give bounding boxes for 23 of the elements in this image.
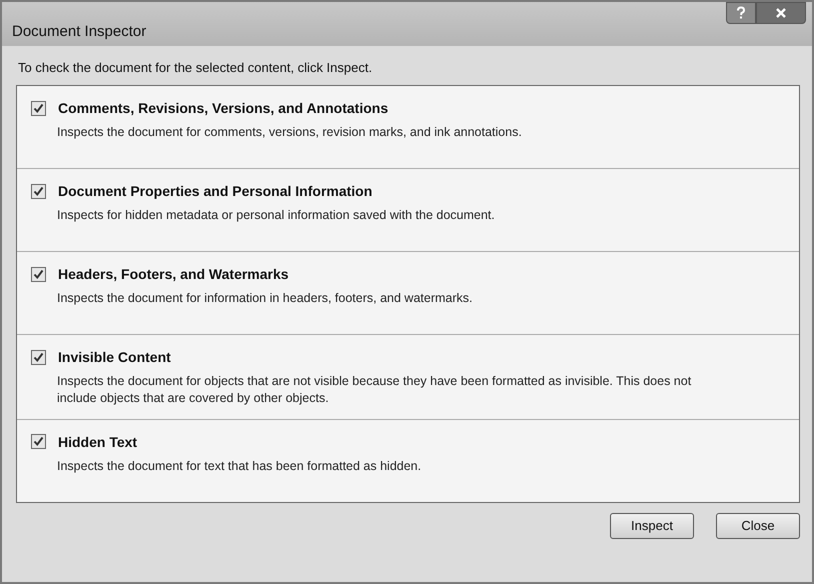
option-description: Inspects the document for objects that are not visible because they have been formatted as invisible. This does not include objects that are covered by other objects. xyxy=(57,373,692,407)
dialog-button[interactable]: Inspect xyxy=(610,512,694,539)
checkbox[interactable] xyxy=(31,184,46,198)
checkbox[interactable] xyxy=(31,100,46,116)
close-button[interactable] xyxy=(756,2,806,24)
window-title: Document Inspector xyxy=(12,23,146,40)
instruction-text: To check the document for the selected content, click Inspect. xyxy=(18,60,374,75)
option-description: Inspects the document for comments, versions, revision marks, and ink annotations. xyxy=(57,124,523,141)
help-button[interactable] xyxy=(726,2,756,24)
checkbox[interactable] xyxy=(31,434,46,450)
option-title: Headers, Footers, and Watermarks xyxy=(58,266,289,282)
help-icon xyxy=(735,6,747,20)
dialog-button[interactable]: Close xyxy=(716,512,800,539)
checkbox[interactable] xyxy=(31,350,46,364)
option-title: Hidden Text xyxy=(58,434,138,450)
option-description: Inspects for hidden metadata or personal information saved with the document. xyxy=(57,207,496,224)
checkbox[interactable] xyxy=(31,266,46,282)
option-description: Inspects the document for text that has been formatted as hidden. xyxy=(57,458,422,475)
close-icon xyxy=(775,7,787,19)
option-title: Comments, Revisions, Versions, and Annotations xyxy=(58,100,388,116)
option-description: Inspects the document for information in headers, footers, and watermarks. xyxy=(57,290,474,307)
option-title: Invisible Content xyxy=(58,349,171,365)
option-title: Document Properties and Personal Information xyxy=(58,183,372,199)
